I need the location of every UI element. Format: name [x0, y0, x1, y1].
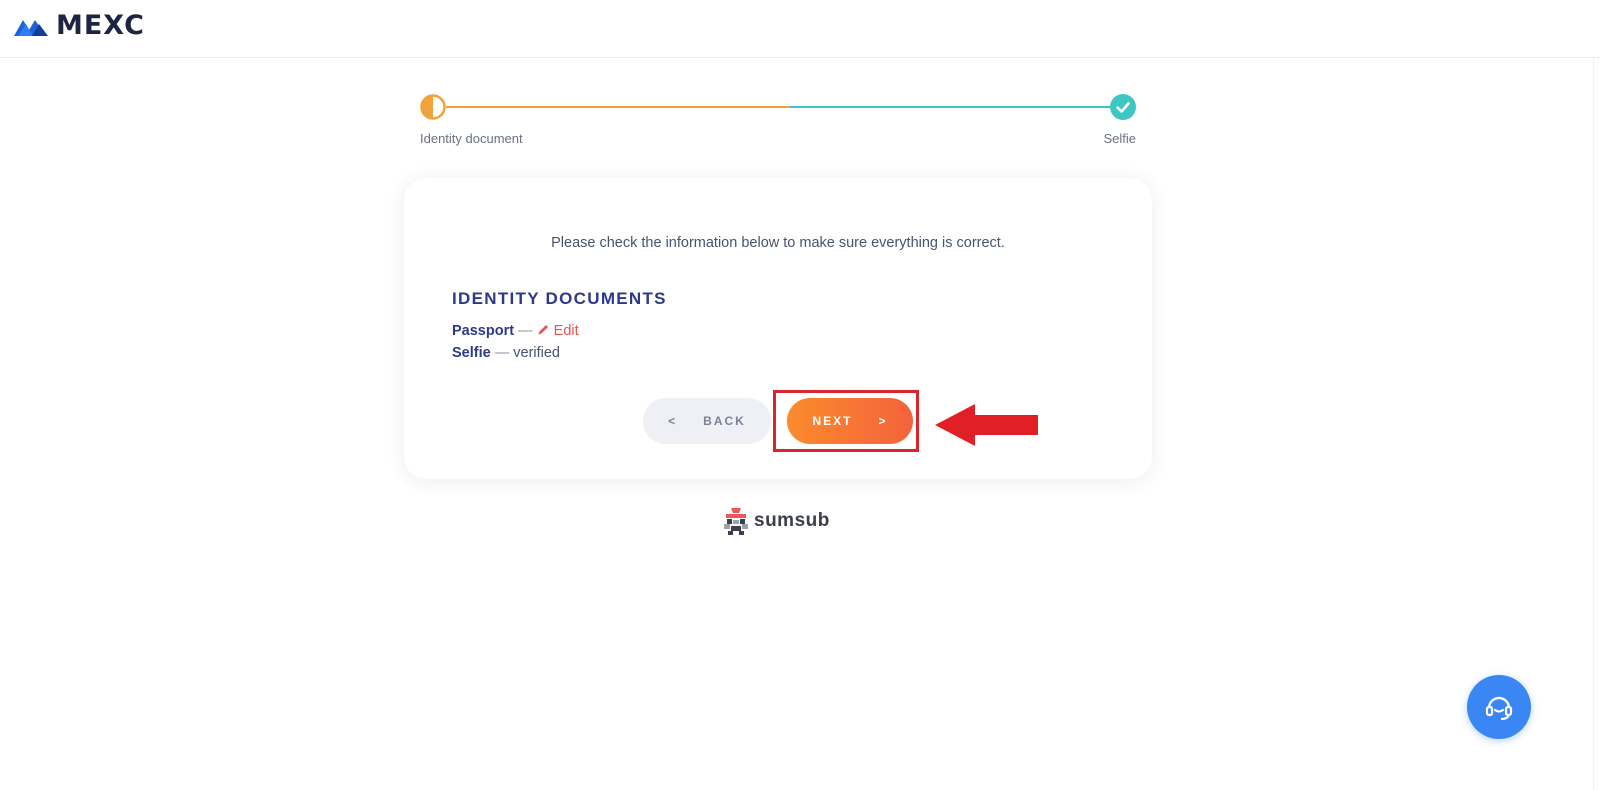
- back-button-label: BACK: [703, 414, 746, 428]
- top-header: MEXC: [0, 0, 1600, 58]
- step-label-identity-document: Identity document: [420, 131, 523, 146]
- mexc-logo-icon: [14, 19, 48, 36]
- edit-passport-link[interactable]: Edit: [537, 323, 579, 339]
- verification-stepper: Identity document Selfie: [420, 94, 1136, 154]
- step-completed-check-icon: [1110, 94, 1136, 120]
- document-row-selfie: Selfie — verified: [452, 345, 560, 361]
- provider-name: sumsub: [754, 510, 830, 531]
- next-button-highlight-box: [773, 390, 919, 452]
- document-name: Selfie: [452, 345, 491, 361]
- stepper-remaining-line: [790, 106, 1110, 108]
- edit-label: Edit: [553, 323, 579, 339]
- stepper-progress-line: [446, 106, 790, 108]
- sumsub-mascot-icon: [724, 508, 748, 535]
- chevron-left-icon: <: [668, 414, 678, 428]
- section-title: IDENTITY DOCUMENTS: [452, 289, 667, 308]
- back-button[interactable]: < BACK: [643, 398, 771, 444]
- step-in-progress-icon: [420, 94, 446, 120]
- scrollbar-track[interactable]: [1593, 57, 1600, 790]
- document-row-passport: Passport — Edit: [452, 323, 579, 339]
- separator: —: [518, 323, 533, 339]
- headset-icon: [1485, 696, 1513, 721]
- pencil-icon: [538, 325, 548, 335]
- document-name: Passport: [452, 323, 515, 339]
- brand-name: MEXC: [56, 10, 145, 41]
- support-chat-button[interactable]: [1467, 675, 1531, 739]
- step-label-selfie: Selfie: [1103, 131, 1136, 146]
- red-arrow-left-icon: [935, 404, 1038, 446]
- separator: —: [494, 345, 510, 361]
- mexc-logo[interactable]: MEXC: [14, 10, 145, 41]
- selfie-status: verified: [513, 345, 560, 361]
- sumsub-logo: sumsub: [723, 507, 830, 535]
- review-instructions: Please check the information below to ma…: [551, 235, 1005, 251]
